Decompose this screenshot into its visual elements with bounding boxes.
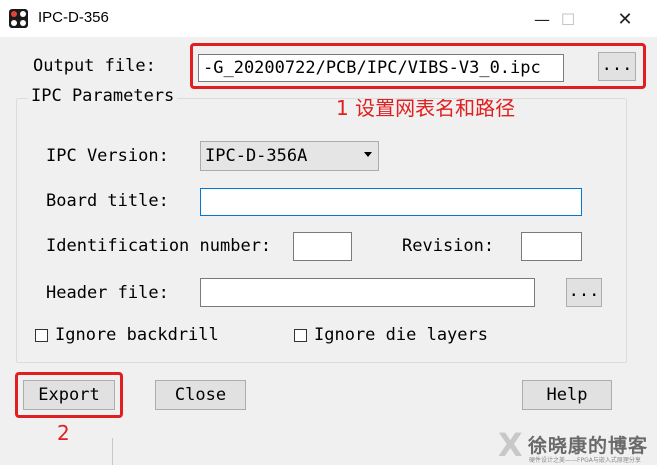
maximize-button: ☐ <box>545 0 591 38</box>
app-icon <box>9 9 28 28</box>
revision-input[interactable] <box>521 232 582 261</box>
window-title: IPC-D-356 <box>38 9 109 26</box>
watermark: X 徐晓康的博客 硬件设计之美——FPGA与嵌入式原理分享 <box>498 428 657 465</box>
help-button[interactable]: Help <box>522 380 612 410</box>
divider <box>112 438 113 465</box>
watermark-subtitle: 硬件设计之美——FPGA与嵌入式原理分享 <box>529 457 641 464</box>
title-bar: IPC-D-356 — ☐ ✕ <box>0 0 657 38</box>
close-window-button[interactable]: ✕ <box>602 0 648 38</box>
identification-input[interactable] <box>293 232 352 261</box>
ipc-version-value: IPC-D-356A <box>205 146 308 166</box>
maximize-icon: ☐ <box>560 9 576 29</box>
ignore-backdrill-label[interactable]: Ignore backdrill <box>55 325 219 345</box>
ignore-die-layers-checkbox[interactable] <box>294 329 307 342</box>
annotation-box-export <box>15 372 123 418</box>
identification-label: Identification number: <box>46 236 272 256</box>
ipc-version-select[interactable]: IPC-D-356A <box>200 141 379 171</box>
revision-label: Revision: <box>402 236 495 256</box>
annotation-step2: 2 <box>57 421 70 445</box>
watermark-name: 徐晓康的博客 <box>528 435 649 457</box>
output-file-label: Output file: <box>33 56 156 76</box>
board-title-input[interactable] <box>200 188 582 216</box>
close-icon: ✕ <box>617 8 633 30</box>
chevron-down-icon <box>364 152 372 157</box>
annotation-box-output <box>190 43 646 89</box>
ignore-backdrill-checkbox[interactable] <box>35 329 48 342</box>
header-file-label: Header file: <box>46 283 169 303</box>
ipc-parameters-group <box>16 98 627 363</box>
ignore-die-layers-label[interactable]: Ignore die layers <box>314 325 488 345</box>
ipc-parameters-title: IPC Parameters <box>28 86 178 106</box>
header-file-input[interactable] <box>200 278 535 307</box>
ipc-version-label: IPC Version: <box>46 146 169 166</box>
header-browse-button[interactable]: ... <box>566 278 602 307</box>
close-button[interactable]: Close <box>155 380 246 410</box>
board-title-label: Board title: <box>46 191 169 211</box>
watermark-logo: X <box>498 426 523 464</box>
